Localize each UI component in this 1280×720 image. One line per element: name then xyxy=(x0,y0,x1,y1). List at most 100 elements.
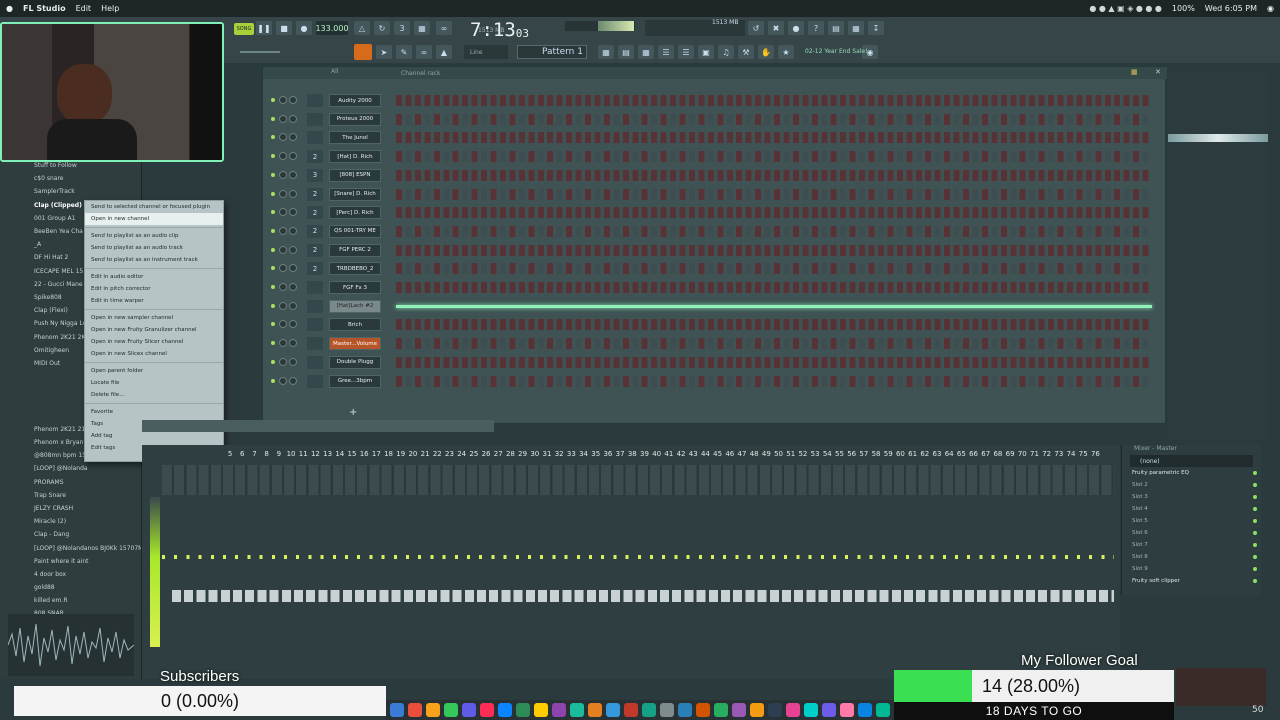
channel-knob[interactable] xyxy=(289,226,297,235)
rack-menu-icon[interactable]: ▦ xyxy=(1131,68,1138,76)
mixer-track-number[interactable]: 58 xyxy=(870,450,882,462)
wait-icon[interactable]: ↻ xyxy=(374,21,390,35)
plugin-icon[interactable]: ▣ xyxy=(698,45,714,59)
song-position[interactable]: 7:13 03 xyxy=(470,17,540,43)
step-sequencer[interactable] xyxy=(396,244,1152,256)
mixer-track-number[interactable]: 38 xyxy=(626,450,638,462)
channel-knob[interactable] xyxy=(279,170,287,179)
context-menu-item[interactable]: Locate file xyxy=(85,377,223,389)
slot-enable-icon[interactable] xyxy=(1253,531,1257,535)
channel-led-icon[interactable] xyxy=(271,303,275,308)
dock-app-icon[interactable] xyxy=(840,703,854,717)
mixer-track-number[interactable]: 7 xyxy=(248,450,260,462)
step-sequencer[interactable] xyxy=(396,95,1152,106)
browser-item[interactable]: gold88 xyxy=(0,581,141,594)
channel-knob[interactable] xyxy=(279,339,287,348)
link-icon[interactable]: ∞ xyxy=(416,45,432,59)
browser-item[interactable]: Paint where it aint xyxy=(0,555,141,568)
mixer-track-number[interactable]: 15 xyxy=(346,450,358,462)
channel-mixer-number[interactable]: 2 xyxy=(307,150,323,164)
mixer-track-number[interactable]: 69 xyxy=(1004,450,1016,462)
channel-knob[interactable] xyxy=(289,301,297,310)
browser-item[interactable]: SamplerTrack xyxy=(0,185,141,198)
mixer-track-number[interactable]: 48 xyxy=(748,450,760,462)
mixer-track-number[interactable]: 24 xyxy=(456,450,468,462)
mixer-track-number[interactable]: 29 xyxy=(517,450,529,462)
mixer-track-number[interactable]: 19 xyxy=(395,450,407,462)
context-menu-item[interactable]: Send to playlist as an audio clip xyxy=(85,230,223,242)
mixer-send-dots[interactable] xyxy=(162,555,1114,559)
channel-led-icon[interactable] xyxy=(271,116,275,121)
channel-knob[interactable] xyxy=(279,96,287,104)
effect-slot[interactable]: Slot 7 xyxy=(1122,539,1261,551)
dock-app-icon[interactable] xyxy=(498,703,512,717)
effect-slot[interactable]: Slot 9 xyxy=(1122,563,1261,575)
channel-name-button[interactable]: [Perc] D. Rich xyxy=(329,206,381,220)
countdown-icon[interactable]: 3 xyxy=(394,21,410,35)
mixer-track-number[interactable]: 40 xyxy=(651,450,663,462)
slot-enable-icon[interactable] xyxy=(1253,519,1257,523)
channel-led-icon[interactable] xyxy=(271,135,275,140)
mixer-track-number[interactable]: 27 xyxy=(492,450,504,462)
channel-name-button[interactable]: Audity 2000 xyxy=(329,94,381,107)
channel-led-icon[interactable] xyxy=(271,359,275,364)
mixer-track-number[interactable]: 61 xyxy=(907,450,919,462)
channel-name-button[interactable]: [Snare] D. Rich xyxy=(329,187,381,201)
channel-row[interactable]: 2 FGF PERC 2 xyxy=(263,243,1167,258)
slot-enable-icon[interactable] xyxy=(1253,555,1257,559)
mixer-track-number[interactable]: 62 xyxy=(919,450,931,462)
channel-mixer-number[interactable] xyxy=(307,318,323,332)
channel-knob[interactable] xyxy=(279,226,287,235)
undo-icon[interactable]: ↺ xyxy=(748,21,764,35)
channel-knob[interactable] xyxy=(279,189,287,198)
dock-app-icon[interactable] xyxy=(660,703,674,717)
mixer-track-number[interactable]: 45 xyxy=(712,450,724,462)
channel-led-icon[interactable] xyxy=(271,341,275,346)
dock-app-icon[interactable] xyxy=(552,703,566,717)
channel-row[interactable]: The Junol xyxy=(263,130,1167,145)
slot-enable-icon[interactable] xyxy=(1253,543,1257,547)
effect-slot[interactable]: Fruity parametric EQ xyxy=(1122,467,1261,479)
mixer-track-number[interactable]: 56 xyxy=(846,450,858,462)
context-menu-item[interactable]: Open in new Fruity Granulizer channel xyxy=(85,324,223,336)
context-menu-item[interactable]: Edit in time warper xyxy=(85,295,223,307)
mixer-track-number[interactable]: 36 xyxy=(602,450,614,462)
browser-item[interactable]: Miracle (2) xyxy=(0,515,141,528)
context-menu-item[interactable]: Favorite xyxy=(85,406,223,418)
dock-app-icon[interactable] xyxy=(516,703,530,717)
mixer-track-number[interactable]: 10 xyxy=(285,450,297,462)
step-sequencer[interactable] xyxy=(396,263,1152,275)
mixer-track-number[interactable]: 63 xyxy=(931,450,943,462)
step-sequencer[interactable] xyxy=(396,169,1152,181)
channel-mixer-number[interactable]: 2 xyxy=(307,262,323,276)
fl-logo-icon[interactable] xyxy=(354,44,372,60)
channel-knob[interactable] xyxy=(289,133,297,142)
context-menu-item[interactable]: Open in new sampler channel xyxy=(85,312,223,324)
step-sequencer[interactable] xyxy=(396,375,1152,387)
effect-slot[interactable]: Slot 6 xyxy=(1122,527,1261,539)
save-icon[interactable]: ▤ xyxy=(828,21,844,35)
battery-status[interactable]: 100% xyxy=(1172,4,1195,13)
effect-slot[interactable]: Slot 3 xyxy=(1122,491,1261,503)
mixer-track-number[interactable]: 26 xyxy=(480,450,492,462)
channel-mixer-number[interactable] xyxy=(307,337,323,351)
dock-app-icon[interactable] xyxy=(462,703,476,717)
mixer-track-number[interactable]: 12 xyxy=(309,450,321,462)
touch-icon[interactable]: ✋ xyxy=(758,45,774,59)
mixer-track-number[interactable]: 31 xyxy=(541,450,553,462)
step-sequencer[interactable] xyxy=(396,356,1152,368)
channel-name-button[interactable]: FGF Fx 3 xyxy=(329,281,381,294)
step-sequencer[interactable] xyxy=(396,319,1152,331)
mixer-track-number[interactable]: 21 xyxy=(419,450,431,462)
channel-row[interactable]: 2 [Snare] D. Rich xyxy=(263,187,1167,202)
channel-mixer-number[interactable]: 3 xyxy=(307,168,323,182)
mixer-track-number[interactable]: 71 xyxy=(1028,450,1040,462)
dock-app-icon[interactable] xyxy=(642,703,656,717)
mixer-track-number[interactable]: 60 xyxy=(894,450,906,462)
arrow-icon[interactable]: ➤ xyxy=(376,45,392,59)
channel-name-button[interactable]: [808] ESPN xyxy=(329,168,381,182)
audio-icon[interactable]: ♫ xyxy=(718,45,734,59)
browser-item[interactable]: PRORAMS xyxy=(0,476,141,489)
channel-row[interactable]: 2 [Hat] D. Rich xyxy=(263,149,1167,164)
mixer-track-number[interactable]: 55 xyxy=(833,450,845,462)
